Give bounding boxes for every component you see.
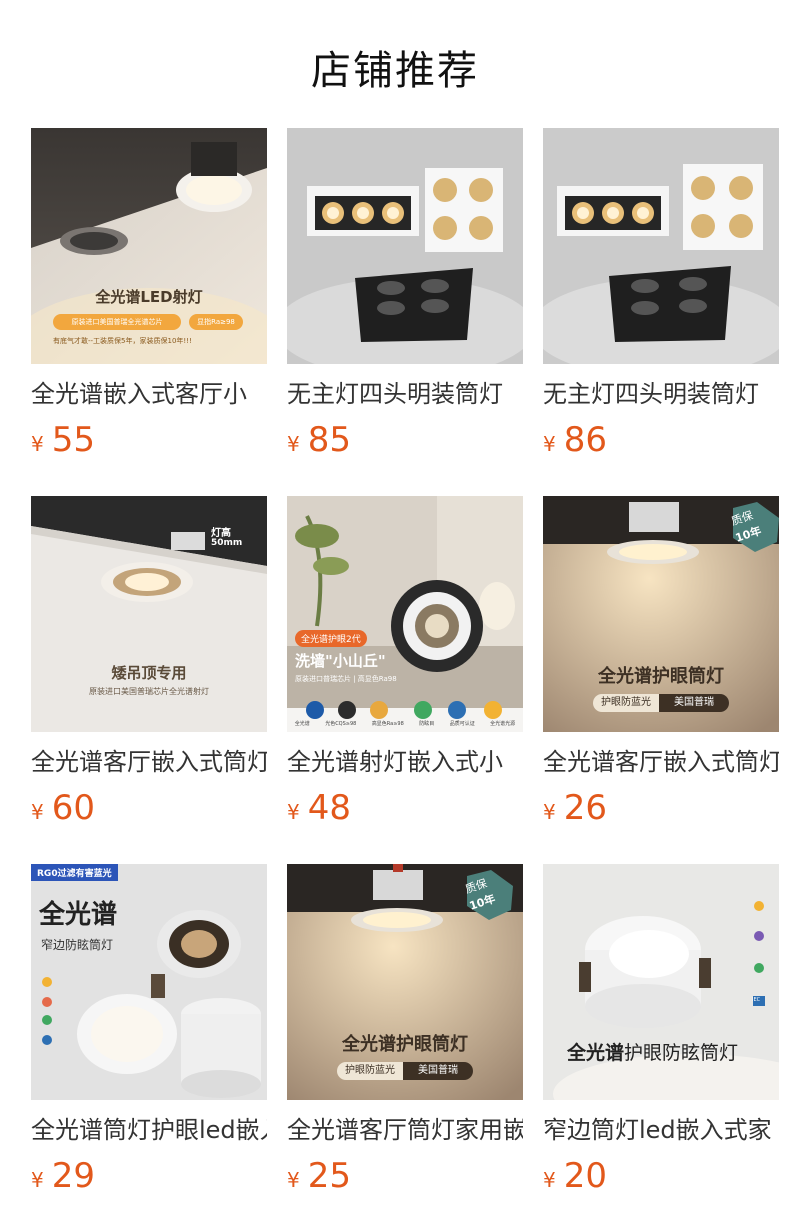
product-name[interactable]: 无主灯四头明装筒灯 [287,378,523,410]
product-image[interactable] [287,128,523,364]
product-name[interactable]: 窄边筒灯led嵌入式家 [543,1114,779,1146]
image-tag: 美国普瑞 [659,694,729,712]
feature-label: 品质可认证 [449,721,475,727]
currency-symbol: ¥ [287,432,300,456]
image-note: 有底气才敢--工装质保5年，家装质保10年!!! [53,337,192,345]
spec-value: 50mm [211,538,243,548]
feature-label: 高显色Ra≥98 [371,721,404,727]
product-card[interactable]: 质保 10年 全光谱护眼筒灯 护眼防蓝光 美国普瑞 全光谱客厅嵌入式筒灯 ¥26 [543,496,779,828]
currency-symbol: ¥ [287,800,300,824]
spec-title: 灯高 [211,528,231,539]
product-card[interactable]: 全光谱LED射灯 原装进口美国普瑞全光谱芯片 显指Ra≥98 有底气才敢--工装… [31,128,267,460]
product-card[interactable]: 无主灯四头明装筒灯 ¥85 [287,128,523,460]
feature-label: 全光谱光源 [490,721,516,727]
image-headline: 全光谱护眼筒灯 [598,666,724,687]
image-tag: 护眼防蓝光 [593,694,659,712]
product-name[interactable]: 全光谱筒灯护眼led嵌入式 [31,1114,267,1146]
image-tag: 美国普瑞 [403,1062,473,1080]
product-name[interactable]: 无主灯四头明装筒灯 [543,378,779,410]
price-value: 25 [307,1156,351,1196]
product-image[interactable]: 全光谱护眼2代 洗墙"小山丘" 原装进口普瑞芯片 | 高显色Ra98 全光谱 光… [287,496,523,732]
product-image[interactable]: 灯高 50mm 矮吊顶专用 原装进口美国普瑞芯片全光谱射灯 [31,496,267,732]
image-headline: 全光谱 [39,900,118,930]
currency-symbol: ¥ [543,1168,556,1192]
product-price: ¥60 [31,788,267,828]
price-value: 85 [307,420,351,460]
product-price: ¥29 [31,1156,267,1196]
feature-label: 光色CQS≥98 [325,721,357,727]
product-image[interactable] [543,128,779,364]
image-tag: 显指Ra≥98 [189,314,243,330]
product-image[interactable]: IEC 全光谱护眼防眩筒灯 [543,864,779,1100]
product-photo [287,496,523,732]
product-name[interactable]: 全光谱客厅嵌入式筒灯 [31,746,267,778]
product-image[interactable]: RG0过滤有害蓝光 全光谱 窄边防眩筒灯 [31,864,267,1100]
image-tag: 护眼防蓝光 [337,1062,403,1080]
image-headline: 全光谱LED射灯 [95,288,203,306]
product-price: ¥25 [287,1156,523,1196]
product-photo [543,128,779,364]
product-card[interactable]: 全光谱护眼2代 洗墙"小山丘" 原装进口普瑞芯片 | 高显色Ra98 全光谱 光… [287,496,523,828]
product-name[interactable]: 全光谱嵌入式客厅小 [31,378,267,410]
image-headline: 洗墙"小山丘" [295,652,386,670]
section-title: 店铺推荐 [311,48,479,94]
currency-symbol: ¥ [287,1168,300,1192]
certification-icon: IEC [752,997,761,1003]
price-value: 20 [563,1156,607,1196]
image-headline: 全光谱护眼防眩筒灯 [567,1038,738,1065]
price-value: 29 [51,1156,95,1196]
product-price: ¥20 [543,1156,779,1196]
product-price: ¥26 [543,788,779,828]
product-name[interactable]: 全光谱客厅筒灯家用嵌入式 [287,1114,523,1146]
section-header: 店铺推荐 [0,0,790,128]
currency-symbol: ¥ [31,1168,44,1192]
product-name[interactable]: 全光谱客厅嵌入式筒灯 [543,746,779,778]
price-value: 48 [307,788,351,828]
currency-symbol: ¥ [31,432,44,456]
price-value: 55 [51,420,95,460]
image-headline: 矮吊顶专用 [111,664,187,682]
feature-label: 全光谱 [294,721,310,727]
image-headline-rest: 护眼防眩筒灯 [624,1042,739,1064]
product-card[interactable]: 质保 10年 全光谱护眼筒灯 护眼防蓝光 美国普瑞 全光谱客厅筒灯家用嵌入式 ¥… [287,864,523,1196]
product-image[interactable]: 质保 10年 全光谱护眼筒灯 护眼防蓝光 美国普瑞 [287,864,523,1100]
image-banner: RG0过滤有害蓝光 [31,864,118,881]
image-subtitle: 原装进口美国普瑞芯片全光谱射灯 [89,687,209,696]
currency-symbol: ¥ [543,432,556,456]
feature-label: 防眩目 [419,721,435,727]
product-card[interactable]: IEC 全光谱护眼防眩筒灯 窄边筒灯led嵌入式家 ¥20 [543,864,779,1196]
image-headline: 全光谱护眼筒灯 [342,1034,468,1055]
product-price: ¥55 [31,420,267,460]
currency-symbol: ¥ [543,800,556,824]
product-price: ¥86 [543,420,779,460]
product-price: ¥85 [287,420,523,460]
feature-icon-labels: 全光谱 光色CQS≥98 高显色Ra≥98 防眩目 品质可认证 全光谱光源 [287,720,523,727]
product-card[interactable]: RG0过滤有害蓝光 全光谱 窄边防眩筒灯 全光谱筒灯护眼led嵌入式 ¥29 [31,864,267,1196]
product-photo [287,128,523,364]
product-price: ¥48 [287,788,523,828]
price-value: 60 [51,788,95,828]
image-tag: 原装进口美国普瑞全光谱芯片 [53,314,181,330]
image-badge: 全光谱护眼2代 [295,630,367,647]
product-image[interactable]: 全光谱LED射灯 原装进口美国普瑞全光谱芯片 显指Ra≥98 有底气才敢--工装… [31,128,267,364]
image-subtitle: 原装进口普瑞芯片 | 高显色Ra98 [295,675,397,683]
product-card[interactable]: 无主灯四头明装筒灯 ¥86 [543,128,779,460]
image-headline-bold: 全光谱 [567,1042,625,1064]
image-subtitle: 窄边防眩筒灯 [41,938,114,952]
product-name[interactable]: 全光谱射灯嵌入式小 [287,746,523,778]
product-image[interactable]: 质保 10年 全光谱护眼筒灯 护眼防蓝光 美国普瑞 [543,496,779,732]
product-card[interactable]: 灯高 50mm 矮吊顶专用 原装进口美国普瑞芯片全光谱射灯 全光谱客厅嵌入式筒灯… [31,496,267,828]
price-value: 26 [563,788,607,828]
currency-symbol: ¥ [31,800,44,824]
price-value: 86 [563,420,607,460]
